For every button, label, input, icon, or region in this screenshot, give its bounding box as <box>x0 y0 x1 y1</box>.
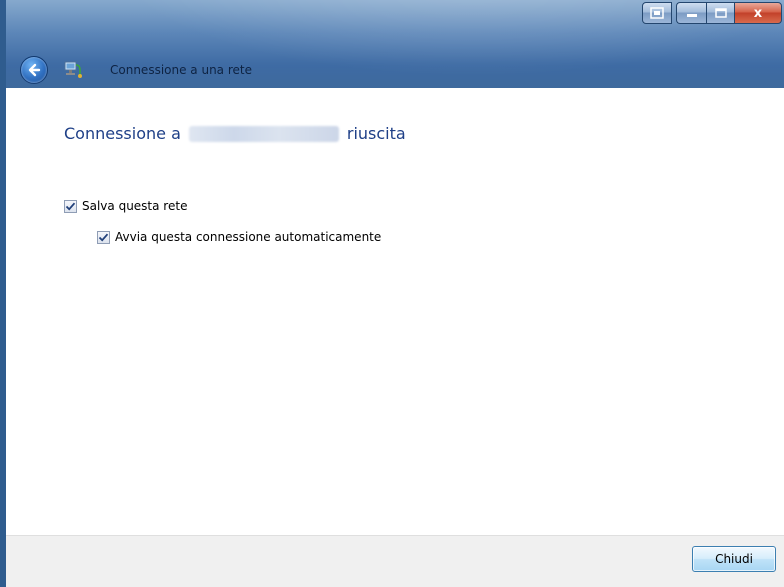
heading-suffix: riuscita <box>346 124 406 143</box>
close-button[interactable]: Chiudi <box>692 546 776 572</box>
auto-connect-option[interactable]: Avvia questa connessione automaticamente <box>97 230 381 244</box>
caption-buttons: x <box>642 2 782 24</box>
auto-connect-checkbox[interactable] <box>97 230 110 244</box>
content-panel: Connessione a riuscita Salva questa rete… <box>6 88 784 535</box>
window-switch-button[interactable] <box>642 2 672 24</box>
minimize-button[interactable] <box>676 2 706 24</box>
minimize-icon <box>686 14 697 17</box>
save-network-label: Salva questa rete <box>82 199 188 213</box>
heading-prefix: Connessione a <box>64 124 181 143</box>
redacted-network-name <box>188 125 339 142</box>
window-close-button[interactable]: x <box>734 2 782 24</box>
navigation-bar: Connessione a una rete <box>20 54 252 86</box>
button-bar: Chiudi <box>6 535 784 587</box>
page-title: Connessione a riuscita <box>64 124 406 143</box>
maximize-icon <box>714 8 727 18</box>
wizard-window: x Connessione a una rete Connessione a r… <box>0 0 784 587</box>
save-network-checkbox[interactable] <box>64 199 77 213</box>
maximize-button[interactable] <box>706 2 734 24</box>
save-network-option[interactable]: Salva questa rete <box>64 199 187 213</box>
back-arrow-icon <box>28 63 41 77</box>
close-icon: x <box>753 5 763 21</box>
back-button[interactable] <box>20 56 48 84</box>
window-title: Connessione a una rete <box>110 63 252 77</box>
auto-connect-label: Avvia questa connessione automaticamente <box>115 230 382 244</box>
window-switch-icon <box>650 7 664 19</box>
checkmark-icon <box>65 202 76 211</box>
network-connection-icon <box>64 61 82 78</box>
checkmark-icon <box>98 233 109 242</box>
